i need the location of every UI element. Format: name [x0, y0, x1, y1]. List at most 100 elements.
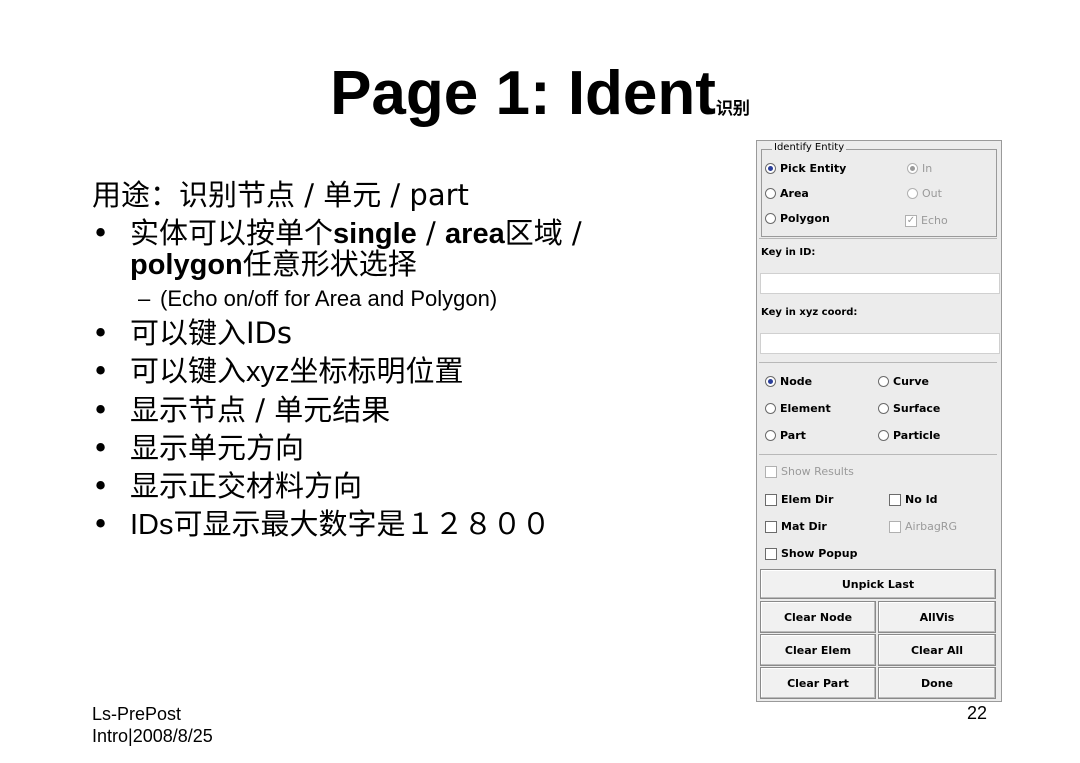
title-sub: 识别: [715, 99, 750, 119]
group-title: Identify Entity: [772, 142, 847, 153]
bullet-dot: •: [92, 431, 110, 465]
radio-node[interactable]: Node: [765, 375, 812, 388]
radio-particle[interactable]: Particle: [878, 429, 940, 442]
divider: [759, 454, 997, 455]
sub-bullet-1-text: (Echo on/off for Area and Polygon): [160, 286, 498, 311]
radio-icon: [765, 188, 776, 199]
radio-element-label: Element: [780, 402, 831, 415]
radio-icon: [765, 403, 776, 414]
bullet-5: • 显示单元方向: [92, 429, 712, 467]
intro-line: 用途：识别节点 / 单元 / part: [92, 176, 712, 214]
bullet-7: • IDs可显示最大数字是１２８００: [92, 505, 712, 544]
checkbox-airbag-rg-label: AirbagRG: [905, 520, 957, 533]
sub-dash: –: [138, 286, 151, 311]
checkbox-elem-dir-label: Elem Dir: [781, 493, 834, 506]
bullet-4: • 显示节点 / 单元结果: [92, 391, 712, 429]
checkbox-show-results-label: Show Results: [781, 465, 854, 478]
divider: [759, 362, 997, 363]
bullet-3-text-a: 可以键入: [130, 354, 247, 388]
bullet-2-text: 可以键入IDs: [130, 316, 292, 350]
bullet-3-xyz: xyz: [246, 356, 290, 388]
bullet-7-ids: IDs: [130, 509, 174, 541]
checkbox-icon: [889, 493, 901, 506]
radio-icon: [907, 188, 918, 199]
radio-out[interactable]: Out: [907, 187, 942, 200]
clear-node-button[interactable]: Clear Node: [760, 601, 876, 633]
checkbox-icon: [765, 520, 777, 533]
allvis-button[interactable]: AllVis: [878, 601, 996, 633]
bullet-3-text-c: 坐标标明位置: [289, 354, 464, 388]
radio-pick-entity[interactable]: Pick Entity: [765, 162, 846, 175]
checkbox-elem-dir[interactable]: Elem Dir: [765, 493, 833, 506]
slide-content: 用途：识别节点 / 单元 / part • 实体可以按单个single / ar…: [92, 176, 712, 544]
radio-out-label: Out: [922, 187, 942, 200]
bullet-dot: •: [92, 316, 110, 350]
bullet-6: • 显示正交材料方向: [92, 467, 712, 505]
unpick-last-button[interactable]: Unpick Last: [760, 569, 996, 599]
radio-polygon-label: Polygon: [780, 212, 830, 225]
checkbox-mat-dir-label: Mat Dir: [781, 520, 827, 533]
check-icon: ✓: [905, 214, 917, 227]
radio-in-label: In: [922, 162, 933, 175]
radio-node-label: Node: [780, 375, 813, 388]
checkbox-airbag-rg[interactable]: AirbagRG: [889, 520, 957, 533]
radio-polygon[interactable]: Polygon: [765, 212, 830, 225]
checkbox-icon: [765, 465, 777, 478]
radio-selected-icon: [765, 376, 776, 387]
radio-icon: [878, 430, 889, 441]
radio-icon: [765, 213, 776, 224]
bullet-dot: •: [92, 354, 110, 388]
checkbox-no-id-label: No Id: [905, 493, 938, 506]
clear-all-button[interactable]: Clear All: [878, 634, 996, 666]
bullet-1-cont: polygon任意形状选择: [92, 245, 712, 284]
bullet-1-polygon: polygon: [130, 249, 243, 281]
radio-area-label: Area: [780, 187, 809, 200]
checkbox-show-popup[interactable]: Show Popup: [765, 547, 858, 560]
radio-curve[interactable]: Curve: [878, 375, 929, 388]
key-id-input[interactable]: [760, 273, 1000, 294]
bullet-3: • 可以键入xyz坐标标明位置: [92, 352, 712, 391]
intro-text: 用途：识别节点 / 单元 / part: [92, 178, 469, 212]
sub-bullet-1: – (Echo on/off for Area and Polygon): [92, 284, 712, 314]
key-xyz-label: Key in xyz coord:: [761, 307, 858, 318]
bullet-5-text: 显示单元方向: [130, 431, 305, 465]
checkbox-echo-label: Echo: [921, 214, 948, 227]
checkbox-icon: [765, 493, 777, 506]
radio-part[interactable]: Part: [765, 429, 806, 442]
slide-title: Page 1: Ident识别: [0, 58, 1080, 129]
done-button[interactable]: Done: [878, 667, 996, 699]
clear-elem-button[interactable]: Clear Elem: [760, 634, 876, 666]
bullet-6-text: 显示正交材料方向: [130, 469, 363, 503]
checkbox-show-results[interactable]: Show Results: [765, 465, 854, 478]
radio-pick-entity-label: Pick Entity: [780, 162, 847, 175]
footer-left: Ls-PrePost Intro|2008/8/25: [92, 703, 213, 747]
radio-curve-label: Curve: [893, 375, 929, 388]
radio-surface[interactable]: Surface: [878, 402, 940, 415]
radio-particle-label: Particle: [893, 429, 941, 442]
bullet-4-text: 显示节点 / 单元结果: [130, 393, 391, 427]
footer-date: Intro|2008/8/25: [92, 726, 213, 746]
radio-selected-icon: [765, 163, 776, 174]
radio-icon: [765, 430, 776, 441]
bullet-dot: •: [92, 393, 110, 427]
radio-in[interactable]: In: [907, 162, 932, 175]
checkbox-icon: [765, 547, 777, 560]
checkbox-icon: [889, 520, 901, 533]
radio-part-label: Part: [780, 429, 806, 442]
footer-app: Ls-PrePost: [92, 704, 182, 724]
key-id-label: Key in ID:: [761, 247, 816, 258]
key-xyz-input[interactable]: [760, 333, 1000, 354]
checkbox-echo[interactable]: ✓ Echo: [905, 214, 948, 227]
checkbox-mat-dir[interactable]: Mat Dir: [765, 520, 827, 533]
checkbox-show-popup-label: Show Popup: [781, 547, 858, 560]
radio-element[interactable]: Element: [765, 402, 831, 415]
checkbox-no-id[interactable]: No Id: [889, 493, 938, 506]
clear-part-button[interactable]: Clear Part: [760, 667, 876, 699]
divider: [759, 238, 997, 239]
bullet-dot: •: [92, 507, 110, 541]
radio-area[interactable]: Area: [765, 187, 809, 200]
bullet-dot: •: [92, 469, 110, 503]
radio-icon: [878, 376, 889, 387]
bullet-1-text-g: 任意形状选择: [242, 247, 417, 281]
radio-selected-icon: [907, 163, 918, 174]
